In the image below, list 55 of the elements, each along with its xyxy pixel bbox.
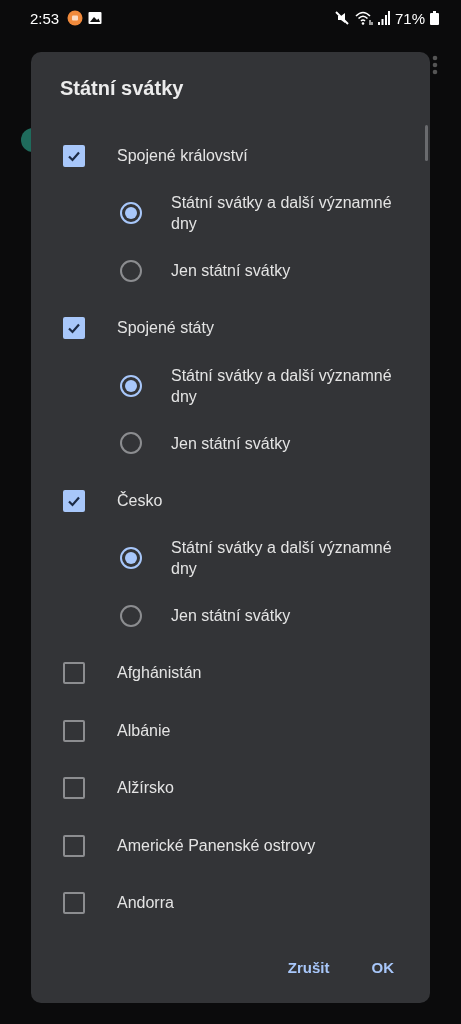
option-label: Jen státní svátky — [171, 261, 292, 282]
holiday-type-option[interactable]: Jen státní svátky — [31, 414, 430, 472]
signal-icon — [377, 11, 390, 25]
dialog-title: Státní svátky — [59, 76, 185, 101]
country-option[interactable]: Spojené království — [31, 127, 430, 185]
checkbox[interactable] — [63, 834, 85, 857]
radio-button[interactable] — [120, 259, 142, 282]
selected-radio-button[interactable] — [120, 202, 142, 225]
battery-percent: 71% — [394, 9, 425, 27]
country-option[interactable]: Albánie — [31, 702, 430, 760]
status-time: 2:53 — [30, 9, 60, 27]
country-label: Afghánistán — [117, 664, 202, 683]
country-option[interactable]: Americké Panenské ostrovy — [31, 817, 430, 875]
selected-radio-button[interactable] — [120, 547, 142, 570]
notification-icon — [67, 10, 84, 26]
country-label: Česko — [117, 491, 163, 510]
holiday-type-option[interactable]: Státní svátky a další významné dny — [31, 184, 430, 242]
country-label: Albánie — [117, 721, 171, 740]
option-label: Státní svátky a další významné dny — [171, 365, 393, 407]
option-label: Státní svátky a další významné dny — [171, 193, 393, 235]
country-option[interactable]: Afghánistán — [31, 644, 430, 702]
radio-button[interactable] — [120, 604, 142, 627]
checkbox[interactable] — [63, 662, 85, 685]
radio-button[interactable] — [120, 432, 142, 455]
option-label: Jen státní svátky — [171, 433, 292, 454]
wifi-icon — [354, 10, 373, 26]
country-option[interactable]: Alžírsko — [31, 759, 430, 817]
country-option[interactable]: Česko — [31, 472, 430, 530]
holiday-type-option[interactable]: Státní svátky a další významné dny — [31, 529, 430, 587]
mute-icon — [333, 10, 350, 26]
country-option[interactable]: Spojené státy — [31, 299, 430, 357]
ok-button[interactable]: OK — [359, 951, 406, 984]
checked-checkbox[interactable] — [63, 317, 85, 340]
checked-checkbox[interactable] — [63, 144, 85, 167]
option-label: Jen státní svátky — [171, 606, 292, 627]
selected-radio-button[interactable] — [120, 374, 142, 397]
more-icon — [432, 55, 438, 75]
battery-icon — [430, 11, 439, 25]
country-option[interactable]: Andorra — [31, 874, 430, 932]
checkbox[interactable] — [63, 892, 85, 915]
country-label: Americké Panenské ostrovy — [117, 836, 316, 855]
country-label: Spojené státy — [117, 319, 214, 338]
holiday-type-option[interactable]: Státní svátky a další významné dny — [31, 357, 430, 415]
checkbox[interactable] — [63, 719, 85, 742]
scrollbar — [425, 125, 428, 161]
option-label: Státní svátky a další významné dny — [171, 538, 393, 580]
holiday-type-option[interactable]: Jen státní svátky — [31, 587, 430, 645]
checkbox[interactable] — [63, 777, 85, 800]
country-label: Andorra — [117, 894, 174, 913]
cancel-button[interactable]: Zrušit — [275, 951, 342, 984]
image-icon — [88, 11, 103, 25]
holiday-type-option[interactable]: Jen státní svátky — [31, 242, 430, 300]
checked-checkbox[interactable] — [63, 489, 85, 512]
country-label: Alžírsko — [117, 779, 174, 798]
country-label: Spojené království — [117, 146, 248, 165]
